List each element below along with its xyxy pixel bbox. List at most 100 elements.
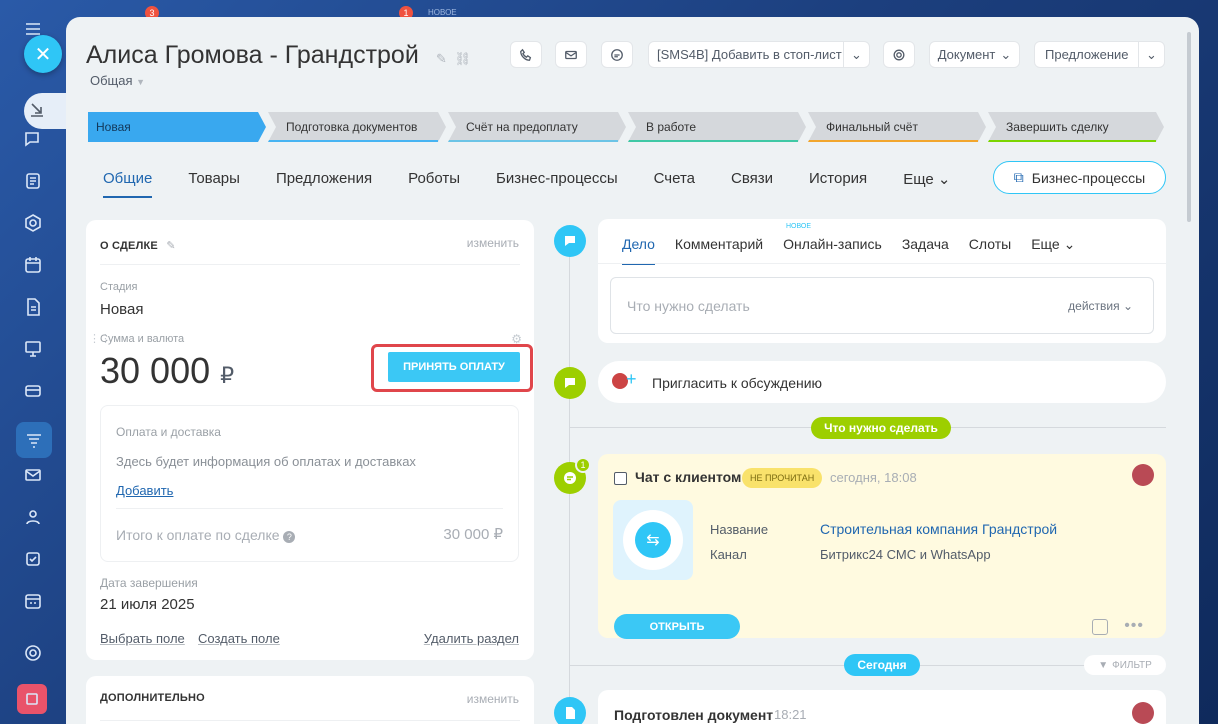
activity-editor: Дело Комментарий Онлайн-запись Задача Слоты Е… (598, 219, 1166, 343)
edit-section-link[interactable]: изменить (467, 692, 519, 706)
calendar-icon[interactable] (22, 254, 44, 276)
deal-slider: Алиса Громова - Грандстрой ✎ ⛓ Общая ▼ [… (66, 17, 1199, 724)
left-rail (0, 0, 66, 724)
call-button[interactable] (510, 41, 542, 68)
chevron-down-icon[interactable]: ⌄ (1138, 42, 1164, 67)
new-label: НОВОЕ (428, 8, 457, 17)
document-title[interactable]: Подготовлен документ (614, 707, 773, 723)
tab-4[interactable]: Роботы (408, 170, 460, 188)
tab-8[interactable]: История (809, 170, 867, 188)
todo-section-pill: Что нужно сделать (811, 417, 951, 439)
tab-3[interactable]: Предложения (276, 170, 372, 188)
card-icon[interactable] (22, 380, 44, 402)
settings-button[interactable] (883, 41, 915, 68)
section-title: ДОПОЛНИТЕЛЬНО (100, 692, 205, 704)
document-button[interactable]: Документ ⌄ (929, 41, 1020, 68)
tab-6[interactable]: Счета (654, 170, 695, 188)
channel-value: Битрикс24 СМС и WhatsApp (820, 547, 991, 562)
link-icon[interactable]: ⛓ (455, 51, 472, 66)
chat-title[interactable]: Чат с клиентом (635, 469, 741, 485)
hexagon-icon[interactable] (22, 212, 44, 234)
activity-tab-5[interactable]: Слоты (969, 236, 1011, 253)
users-icon[interactable] (22, 506, 44, 528)
activity-tab-3[interactable]: Онлайн-запись (783, 236, 882, 253)
pencil-icon[interactable]: ✎ (166, 240, 175, 252)
open-chat-button[interactable]: ОТКРЫТЬ (614, 614, 740, 639)
create-field-link[interactable]: Создать поле (198, 631, 280, 646)
mail-icon[interactable] (22, 464, 44, 486)
tab-9[interactable]: Еще ⌄ (903, 170, 950, 188)
schedule-icon[interactable] (22, 590, 44, 612)
stage-color-bar (448, 140, 618, 142)
name-label: Название (710, 522, 769, 537)
tab-5[interactable]: Бизнес-процессы (496, 170, 618, 188)
business-process-icon: ⧉ (1013, 169, 1024, 185)
close-button[interactable]: ✕ (24, 35, 62, 73)
settings-icon[interactable] (22, 642, 44, 664)
app-icon[interactable] (17, 684, 47, 714)
invite-discussion[interactable]: + Пригласить к обсуждению (598, 361, 1166, 403)
filter-button[interactable]: ▼ ФИЛЬТР (1084, 655, 1166, 675)
todo-input[interactable]: Что нужно сделать действия ⌄ (610, 277, 1154, 334)
activity-tab-6[interactable]: Еще ⌄ (1031, 236, 1075, 253)
channel-label: Канал (710, 547, 747, 562)
stage-2[interactable]: Подготовка документов (268, 112, 446, 142)
stage-4[interactable]: В работе (628, 112, 806, 142)
email-button[interactable] (555, 41, 587, 68)
close-date-label: Дата завершения (100, 576, 198, 590)
payment-info: Здесь будет информация об оплатах и дост… (116, 454, 416, 469)
chevron-down-icon: ⌄ (1059, 236, 1076, 252)
stage-3[interactable]: Счёт на предоплату (448, 112, 626, 142)
task-icon[interactable] (22, 548, 44, 570)
crm-funnel-icon[interactable] (16, 422, 52, 458)
activity-tab-2[interactable]: Комментарий (675, 236, 763, 253)
sms-stoplist-button[interactable]: [SMS4B] Добавить в стоп-лист ⌄ (648, 41, 870, 68)
section-title: О СДЕЛКЕ (100, 240, 158, 252)
actions-menu[interactable]: действия ⌄ (1068, 299, 1133, 313)
add-payment-link[interactable]: Добавить (116, 483, 173, 498)
additional-card: ДОПОЛНИТЕЛЬНО изменить (86, 676, 534, 724)
chat-button[interactable] (601, 41, 633, 68)
stage-1[interactable]: Новая (88, 112, 266, 142)
tab-1[interactable]: Общие (103, 170, 153, 198)
close-date-value[interactable]: 21 июля 2025 (100, 596, 195, 613)
sum-value[interactable]: 30 000 (100, 350, 210, 391)
collapse-icon[interactable] (26, 98, 48, 120)
help-icon[interactable]: ? (283, 531, 296, 543)
stage-value[interactable]: Новая (100, 301, 143, 318)
divider (116, 508, 503, 509)
category-selector[interactable]: Общая ▼ (90, 73, 145, 88)
accept-payment-button[interactable]: ПРИНЯТЬ ОПЛАТУ (388, 352, 520, 382)
chevron-down-icon[interactable]: ⌄ (843, 42, 869, 67)
stage-5[interactable]: Финальный счёт (808, 112, 986, 142)
edit-pencil-icon[interactable]: ✎ (436, 51, 447, 66)
presentation-icon[interactable] (22, 338, 44, 360)
business-process-button[interactable]: ⧉ Бизнес-процессы (993, 161, 1166, 194)
delete-section-link[interactable]: Удалить раздел (424, 631, 519, 646)
complete-checkbox[interactable] (614, 472, 627, 485)
activity-tab-1[interactable]: Дело (622, 236, 655, 265)
payment-title: Оплата и доставка (116, 425, 221, 439)
proposal-button[interactable]: Предложение ⌄ (1034, 41, 1165, 68)
company-link[interactable]: Строительная компания Грандстрой (820, 521, 1057, 537)
select-field-link[interactable]: Выбрать поле (100, 631, 185, 646)
file-icon[interactable] (22, 296, 44, 318)
document-icon[interactable] (22, 170, 44, 192)
stage-label: Финальный счёт (826, 120, 918, 134)
total-value: 30 000 ₽ (443, 526, 503, 543)
tab-2[interactable]: Товары (188, 170, 240, 188)
stage-6[interactable]: Завершить сделку (988, 112, 1164, 142)
activity-tab-4[interactable]: Задача (902, 236, 949, 253)
about-deal-card: О СДЕЛКЕ ✎ изменить Стадия Новая ⋮⋮ Сумм… (86, 220, 534, 660)
document-icon (566, 707, 575, 719)
scrollbar[interactable] (1187, 32, 1191, 222)
chevron-down-icon: ⌄ (1000, 46, 1012, 62)
edit-section-link[interactable]: изменить (467, 236, 519, 250)
stage-color-bar (808, 140, 978, 142)
note-icon[interactable] (1092, 619, 1108, 635)
stage-bar: Новая Подготовка документов Счёт на предоп… (88, 112, 1168, 142)
avatar (1132, 702, 1154, 724)
tab-7[interactable]: Связи (731, 170, 773, 188)
chat-icon[interactable] (22, 128, 44, 150)
more-icon[interactable]: ••• (1124, 617, 1144, 635)
